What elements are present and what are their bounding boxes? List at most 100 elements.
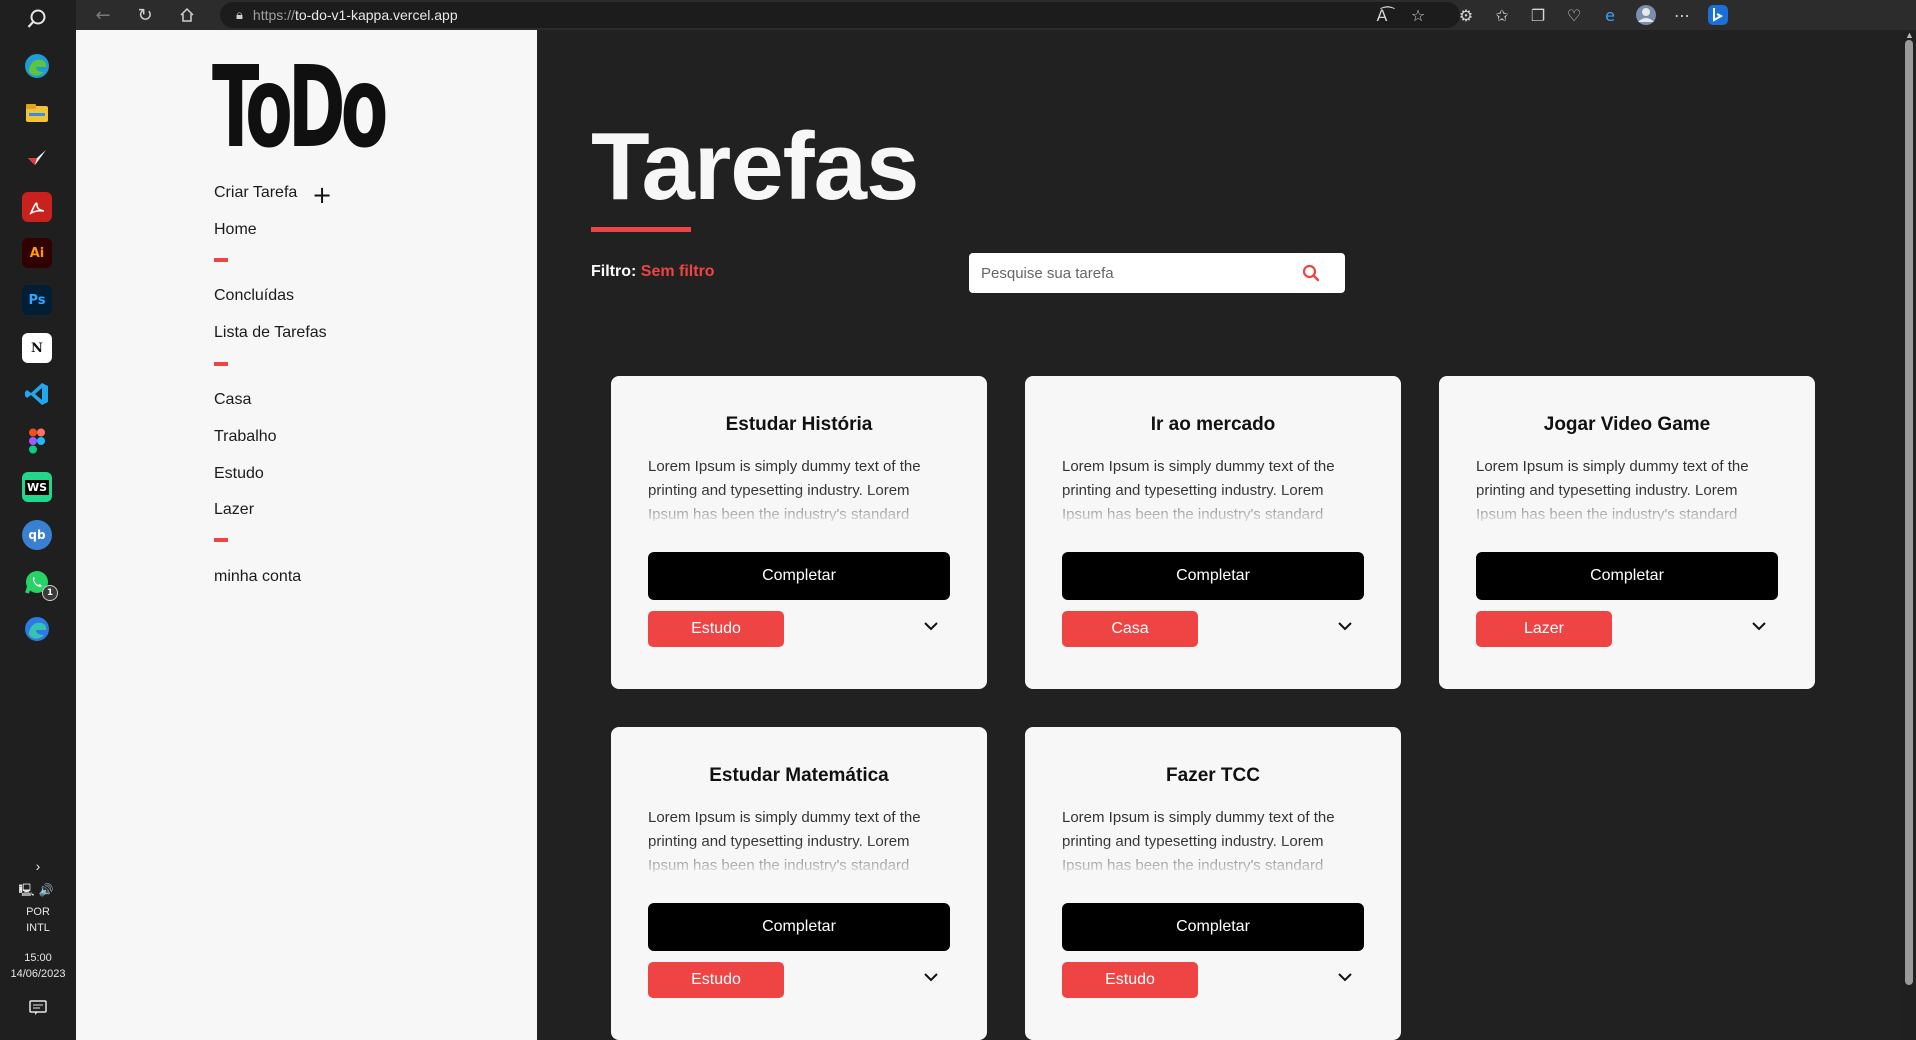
task-description: Lorem Ipsum is simply dummy text of the … bbox=[648, 809, 921, 872]
category-tag[interactable]: Casa bbox=[1062, 611, 1198, 647]
sidebar-item-task-list[interactable]: Lista de Tarefas bbox=[214, 324, 327, 342]
chevron-down-icon[interactable] bbox=[1333, 965, 1357, 989]
clock-date: 14/06/2023 bbox=[10, 968, 66, 980]
favorites-icon[interactable]: ✩ bbox=[1484, 0, 1520, 30]
task-description: Lorem Ipsum is simply dummy text of the … bbox=[1476, 458, 1749, 521]
page-scrollbar[interactable]: ▲ bbox=[1902, 30, 1916, 1040]
layout-label: INTL bbox=[26, 922, 50, 934]
whatsapp-icon[interactable]: 1 bbox=[22, 567, 58, 601]
clock[interactable]: 15:00 14/06/2023 bbox=[0, 950, 76, 982]
task-title: Estudar Matemática bbox=[709, 765, 889, 786]
language-indicator[interactable]: POR INTL bbox=[0, 904, 76, 936]
lock-icon[interactable]: 🔒︎ bbox=[236, 8, 243, 23]
profile-avatar[interactable] bbox=[1628, 0, 1664, 30]
read-aloud-icon[interactable]: A͡ bbox=[1364, 0, 1400, 30]
sidebar-item-trabalho[interactable]: Trabalho bbox=[214, 428, 277, 446]
acrobat-icon[interactable] bbox=[22, 192, 52, 222]
photoshop-label: Ps bbox=[28, 292, 46, 308]
edge-icon[interactable] bbox=[22, 51, 52, 81]
complete-button[interactable]: Completar bbox=[648, 552, 950, 600]
bing-copilot-icon[interactable] bbox=[1700, 0, 1736, 30]
favorite-star-icon[interactable]: ☆ bbox=[1400, 0, 1436, 30]
address-bar[interactable]: 🔒︎ https://to-do-v1-kappa.vercel.app bbox=[220, 2, 1460, 28]
whatsapp-badge: 1 bbox=[42, 585, 58, 601]
search-icon[interactable] bbox=[22, 4, 52, 34]
sidebar-divider bbox=[214, 538, 228, 542]
clock-time: 15:00 bbox=[24, 952, 52, 964]
extensions-icon[interactable]: ⚙ bbox=[1448, 0, 1484, 30]
photoshop-icon[interactable]: Ps bbox=[22, 285, 52, 315]
edge-dev-icon[interactable] bbox=[22, 614, 52, 644]
sidebar-item-home[interactable]: Home bbox=[214, 221, 257, 239]
task-card: Fazer TCC Lorem Ipsum is simply dummy te… bbox=[1025, 727, 1401, 1040]
sidebar-divider bbox=[214, 362, 228, 366]
file-explorer-icon[interactable] bbox=[22, 98, 52, 128]
sidebar-item-account[interactable]: minha conta bbox=[214, 568, 301, 586]
task-title: Fazer TCC bbox=[1166, 765, 1260, 786]
app-sidebar: ToDo Criar Tarefa + Home Concluídas List… bbox=[76, 30, 537, 1040]
task-card: Jogar Video Game Lorem Ipsum is simply d… bbox=[1439, 376, 1815, 689]
task-title: Estudar História bbox=[725, 414, 873, 435]
complete-button[interactable]: Completar bbox=[1062, 552, 1364, 600]
url-scheme: https:// bbox=[252, 7, 295, 23]
task-title: Ir ao mercado bbox=[1150, 414, 1276, 435]
filter-label: Filtro: bbox=[591, 263, 637, 280]
app-icon[interactable] bbox=[22, 143, 52, 173]
refresh-icon[interactable]: ↻ bbox=[130, 0, 160, 30]
notification-icon[interactable] bbox=[0, 1000, 76, 1021]
category-tag[interactable]: Estudo bbox=[1062, 962, 1198, 998]
search-icon[interactable] bbox=[1291, 253, 1331, 293]
vscode-icon[interactable] bbox=[22, 379, 52, 409]
webstorm-label: WS bbox=[24, 479, 50, 495]
scroll-up-icon[interactable]: ▲ bbox=[1905, 30, 1914, 40]
sidebar-item-completed[interactable]: Concluídas bbox=[214, 287, 294, 305]
home-icon[interactable] bbox=[172, 0, 202, 30]
title-underline bbox=[591, 227, 691, 232]
browser-essentials-icon[interactable]: ♡ bbox=[1556, 0, 1592, 30]
network-icon[interactable]: 🖳 bbox=[19, 883, 39, 897]
chevron-down-icon[interactable] bbox=[1747, 614, 1771, 638]
category-tag[interactable]: Estudo bbox=[648, 962, 784, 998]
task-card: Estudar Matemática Lorem Ipsum is simply… bbox=[611, 727, 987, 1040]
webstorm-icon[interactable]: WS bbox=[22, 472, 52, 502]
task-title: Jogar Video Game bbox=[1543, 414, 1711, 435]
complete-button[interactable]: Completar bbox=[648, 903, 950, 951]
plus-icon[interactable]: + bbox=[312, 183, 332, 207]
notion-label: N bbox=[31, 340, 43, 356]
chevron-right-icon[interactable]: › bbox=[0, 858, 76, 874]
search-input[interactable] bbox=[979, 263, 1291, 283]
illustrator-label: Ai bbox=[29, 245, 45, 261]
volume-icon[interactable]: 🔊 bbox=[39, 883, 58, 897]
notion-icon[interactable]: N bbox=[22, 333, 52, 363]
page-title: Tarefas bbox=[591, 113, 919, 220]
figma-icon[interactable] bbox=[22, 426, 52, 456]
filter-indicator[interactable]: Filtro: Sem filtro bbox=[591, 263, 715, 281]
url-host: to-do-v1-kappa.vercel.app bbox=[294, 7, 458, 23]
task-card: Ir ao mercado Lorem Ipsum is simply dumm… bbox=[1025, 376, 1401, 689]
search-box bbox=[969, 253, 1345, 293]
create-task-link[interactable]: Criar Tarefa bbox=[214, 184, 297, 202]
category-tag[interactable]: Lazer bbox=[1476, 611, 1612, 647]
back-arrow-icon[interactable]: ← bbox=[88, 0, 118, 30]
sidebar-item-lazer[interactable]: Lazer bbox=[214, 501, 254, 519]
category-tag[interactable]: Estudo bbox=[648, 611, 784, 647]
complete-button[interactable]: Completar bbox=[1062, 903, 1364, 951]
browser-toolbar: ← ↻ 🔒︎ https://to-do-v1-kappa.vercel.app… bbox=[76, 0, 1916, 30]
sidebar-item-estudo[interactable]: Estudo bbox=[214, 465, 264, 483]
edge-ie-mode-icon[interactable]: e bbox=[1592, 0, 1628, 30]
chevron-down-icon[interactable] bbox=[919, 965, 943, 989]
filter-value[interactable]: Sem filtro bbox=[641, 263, 715, 280]
tray-status-icons[interactable]: 🖳🔊 bbox=[0, 882, 76, 898]
qbittorrent-label: qb bbox=[28, 528, 46, 542]
main-content: Tarefas Filtro: Sem filtro Estudar Histó… bbox=[537, 30, 1902, 1040]
illustrator-icon[interactable]: Ai bbox=[22, 238, 52, 268]
scrollbar-thumb[interactable] bbox=[1905, 40, 1913, 985]
qbittorrent-icon[interactable]: qb bbox=[22, 520, 52, 550]
collections-icon[interactable]: ❐ bbox=[1520, 0, 1556, 30]
complete-button[interactable]: Completar bbox=[1476, 552, 1778, 600]
sidebar-item-casa[interactable]: Casa bbox=[214, 391, 251, 409]
chevron-down-icon[interactable] bbox=[919, 614, 943, 638]
task-card: Estudar História Lorem Ipsum is simply d… bbox=[611, 376, 987, 689]
more-menu-icon[interactable]: ⋯ bbox=[1664, 0, 1700, 30]
chevron-down-icon[interactable] bbox=[1333, 614, 1357, 638]
